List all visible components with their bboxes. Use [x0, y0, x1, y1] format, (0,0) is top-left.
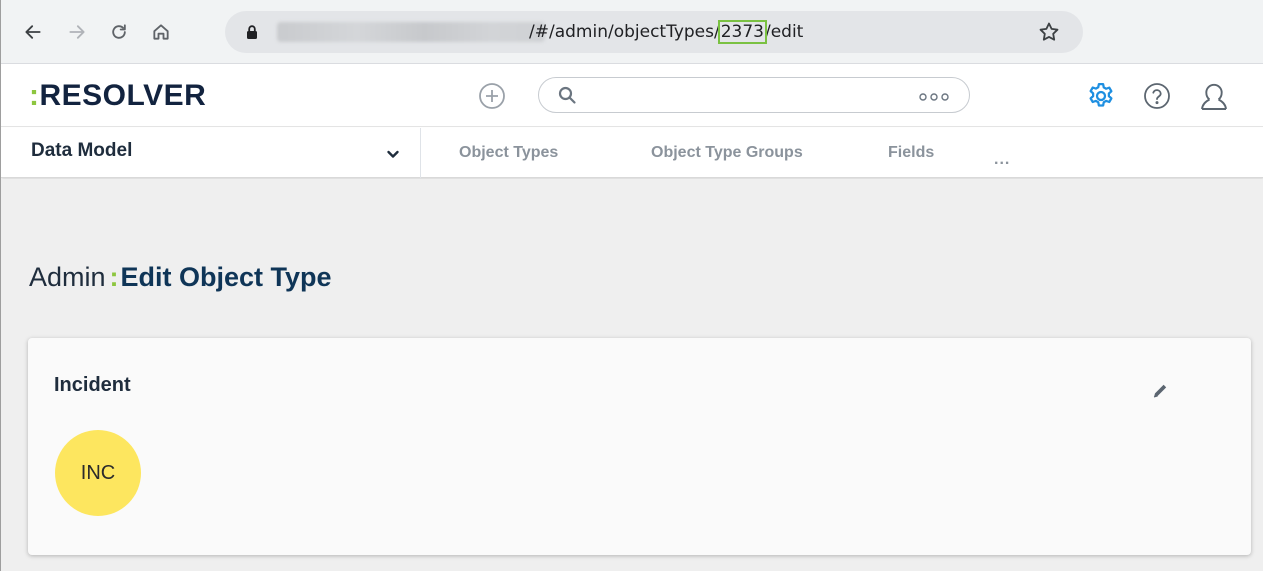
help-icon[interactable]	[1142, 81, 1172, 111]
admin-subnav: Data Model Object Types Object Type Grou…	[1, 128, 1263, 178]
tab-object-types[interactable]: Object Types	[459, 144, 558, 162]
home-icon	[153, 24, 169, 40]
bookmark-star-icon[interactable]	[1037, 20, 1061, 44]
lock-icon	[247, 25, 257, 39]
address-bar[interactable]: /#/admin/objectTypes/2373/edit	[225, 11, 1083, 53]
app-header: :RESOLVER	[1, 65, 1263, 127]
tab-object-type-groups[interactable]: Object Type Groups	[651, 144, 803, 162]
page-title-main: Edit Object Type	[120, 262, 332, 292]
url-object-id: 2373	[717, 20, 767, 44]
reload-button[interactable]	[105, 18, 133, 46]
more-tabs-button[interactable]: ...	[994, 151, 1010, 169]
resolver-logo[interactable]: :RESOLVER	[29, 79, 206, 113]
chevron-down-icon	[387, 150, 399, 158]
logo-text: RESOLVER	[39, 79, 207, 112]
settings-gear-icon[interactable]	[1086, 81, 1116, 111]
object-type-card: Incident INC	[28, 338, 1251, 555]
main-content: Admin:Edit Object Type Incident INC	[1, 179, 1263, 571]
home-button[interactable]	[147, 18, 175, 46]
data-model-dropdown[interactable]: Data Model	[1, 128, 421, 178]
advanced-search-options-icon[interactable]	[919, 93, 949, 101]
add-plus-icon[interactable]	[477, 81, 507, 111]
page-title-prefix: Admin	[29, 262, 106, 292]
url-path: /#/admin/objectTypes/	[529, 22, 720, 42]
forward-button[interactable]	[63, 18, 91, 46]
page-title-separator: :	[109, 262, 119, 292]
page-title: Admin:Edit Object Type	[29, 262, 332, 293]
arrow-right-icon	[69, 25, 85, 39]
data-model-label: Data Model	[31, 140, 133, 161]
browser-toolbar: /#/admin/objectTypes/2373/edit	[1, 0, 1263, 64]
tab-fields[interactable]: Fields	[888, 144, 934, 162]
url-text: /#/admin/objectTypes/2373/edit	[529, 20, 803, 44]
user-profile-icon[interactable]	[1197, 79, 1231, 113]
back-button[interactable]	[19, 18, 47, 46]
screen: /#/admin/objectTypes/2373/edit :RESOLVER…	[0, 0, 1263, 571]
url-redacted-host	[277, 22, 545, 42]
search-icon	[558, 86, 576, 104]
object-type-name: Incident	[54, 374, 131, 396]
arrow-left-icon	[25, 25, 41, 39]
reload-icon	[112, 24, 126, 39]
logo-colon: :	[29, 79, 40, 112]
edit-pencil-icon[interactable]	[1151, 382, 1169, 400]
object-type-badge: INC	[55, 430, 141, 516]
url-path-end: /edit	[764, 22, 804, 42]
search-input[interactable]	[538, 77, 970, 113]
